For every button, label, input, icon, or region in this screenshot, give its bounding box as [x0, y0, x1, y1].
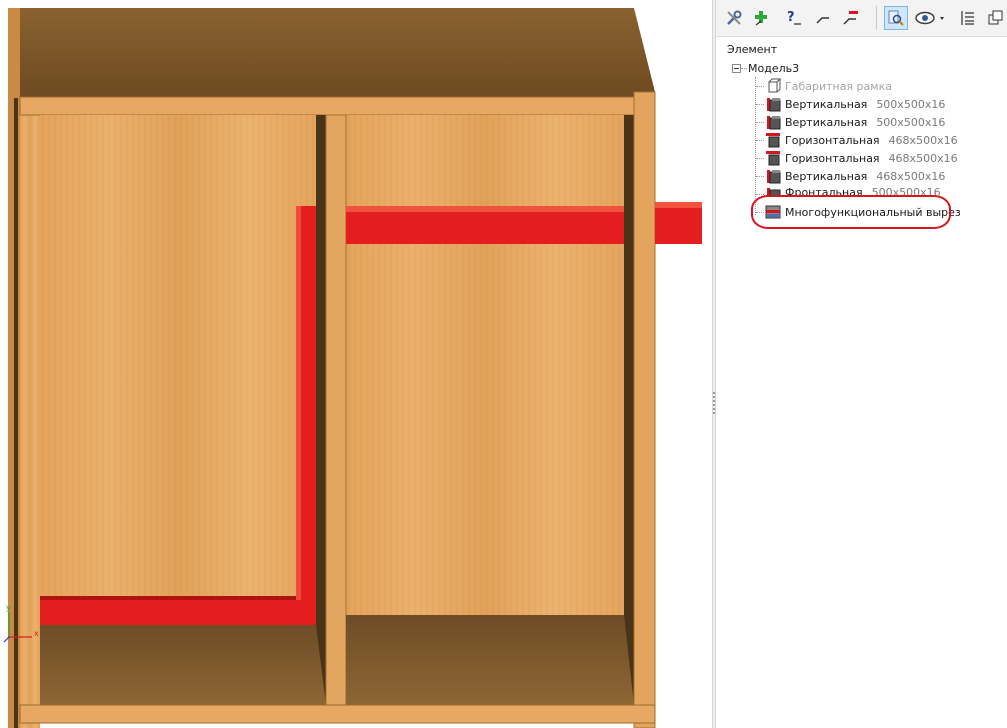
- top-panel: [8, 8, 655, 98]
- model-tree: Элемент Модель3 Габаритная рамка Вертика…: [716, 36, 1007, 728]
- highlight-annotation: [751, 195, 951, 229]
- tree-expander[interactable]: [732, 64, 741, 73]
- tools-icon[interactable]: [722, 6, 746, 30]
- help-icon[interactable]: ?: [782, 6, 806, 30]
- top-front-edge: [19, 96, 656, 116]
- visibility-icon[interactable]: [914, 6, 946, 30]
- collapse-icon[interactable]: [984, 6, 1007, 30]
- structure-toolbar: ?: [716, 0, 1007, 37]
- axis-x-label: x: [34, 629, 39, 638]
- axis-y-label: y: [6, 603, 11, 612]
- line-icon[interactable]: [811, 6, 835, 30]
- 3d-viewport[interactable]: x y: [0, 0, 712, 728]
- list-icon[interactable]: [956, 6, 980, 30]
- panel-front-icon: [767, 188, 781, 195]
- model-structure-panel: ? Элемент Модель3 Габаритная рамка Верти…: [716, 0, 1007, 728]
- panel-horizontal-icon: [766, 133, 780, 148]
- center-divider: [325, 114, 347, 706]
- tree-item-front[interactable]: Фронтальная 500x500x16: [765, 186, 941, 195]
- svg-text:?: ?: [787, 10, 795, 25]
- panel-vertical-icon: [767, 116, 781, 130]
- tree-item-vertical-1[interactable]: Вертикальная 500x500x16: [765, 96, 945, 112]
- tree-item-vertical-3[interactable]: Вертикальная 468x500x16: [765, 168, 945, 184]
- tree-item-horizontal-1[interactable]: Горизонтальная 468x500x16: [765, 132, 958, 148]
- right-side-panel: [633, 91, 656, 728]
- zoom-to-object-icon[interactable]: [884, 6, 908, 30]
- tree-column-header: Элемент: [727, 43, 778, 56]
- frame-icon: [768, 78, 781, 93]
- cabinet-model[interactable]: x y: [0, 0, 712, 728]
- tree-item-vertical-2[interactable]: Вертикальная 500x500x16: [765, 114, 945, 130]
- tree-root-label: Модель3: [748, 61, 800, 75]
- tree-root-model[interactable]: Модель3: [748, 60, 799, 76]
- bottom-front-edge: [19, 704, 656, 724]
- bottom-shelf-left: [40, 625, 326, 705]
- remove-line-icon[interactable]: [838, 6, 862, 30]
- tree-item-frame[interactable]: Габаритная рамка: [765, 78, 892, 94]
- panel-horizontal-icon: [766, 151, 780, 166]
- panel-vertical-icon: [767, 170, 781, 184]
- panel-vertical-icon: [767, 98, 781, 112]
- tree-item-horizontal-2[interactable]: Горизонтальная 468x500x16: [765, 150, 958, 166]
- add-icon[interactable]: [749, 6, 773, 30]
- bottom-shelf-right: [346, 615, 634, 705]
